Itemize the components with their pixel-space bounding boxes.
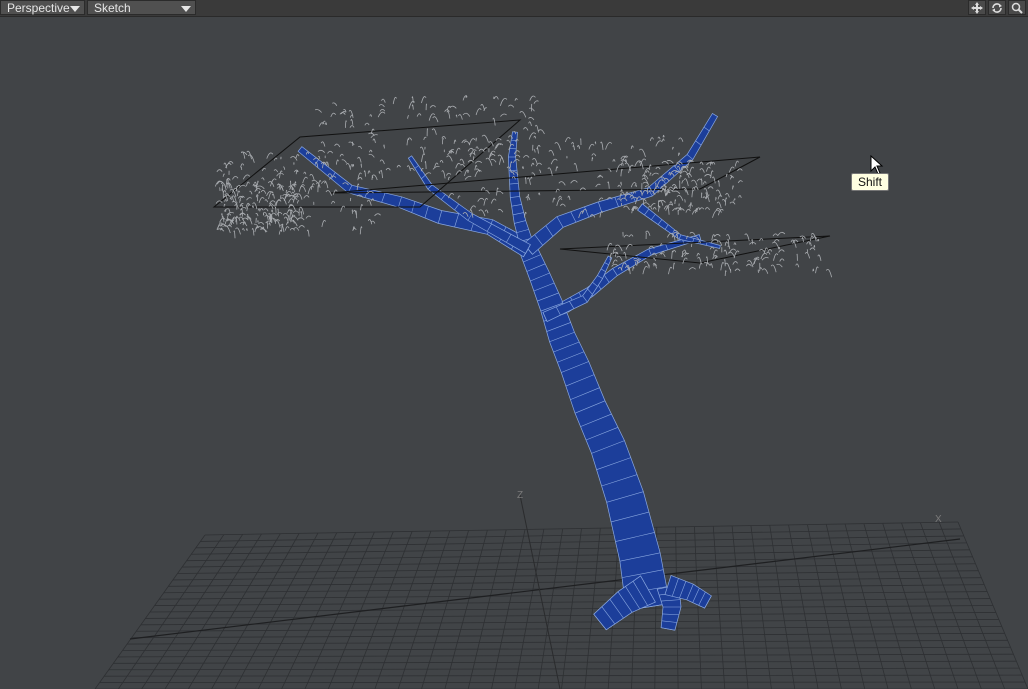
- perspective-viewport[interactable]: Z X Shift: [0, 17, 1028, 689]
- viewport-toolbar: Perspective Sketch: [0, 0, 1028, 17]
- zoom-view-icon: [1011, 2, 1023, 14]
- app-window: Perspective Sketch Z X Shift: [0, 0, 1028, 689]
- tooltip: Shift: [851, 173, 889, 191]
- shading-mode-dropdown[interactable]: Sketch: [87, 0, 196, 15]
- z-axis-label: Z: [517, 490, 524, 501]
- chevron-down-icon: [181, 6, 191, 12]
- chevron-down-icon: [70, 6, 80, 12]
- viewport-canvas: [94, 95, 1028, 689]
- zoom-view-button[interactable]: [1008, 0, 1026, 15]
- move-view-button[interactable]: [968, 0, 986, 15]
- z-axis-line: [519, 494, 561, 689]
- rotate-view-button[interactable]: [988, 0, 1006, 15]
- view-tools: [968, 0, 1026, 15]
- shading-mode-label: Sketch: [94, 1, 131, 15]
- x-axis-label: X: [935, 514, 942, 525]
- move-view-icon: [971, 1, 983, 14]
- view-mode-dropdown[interactable]: Perspective: [0, 0, 85, 15]
- rotate-view-icon: [992, 2, 1002, 13]
- ground-grid: [94, 521, 1028, 689]
- view-mode-label: Perspective: [7, 1, 70, 15]
- x-axis-line: [129, 538, 961, 640]
